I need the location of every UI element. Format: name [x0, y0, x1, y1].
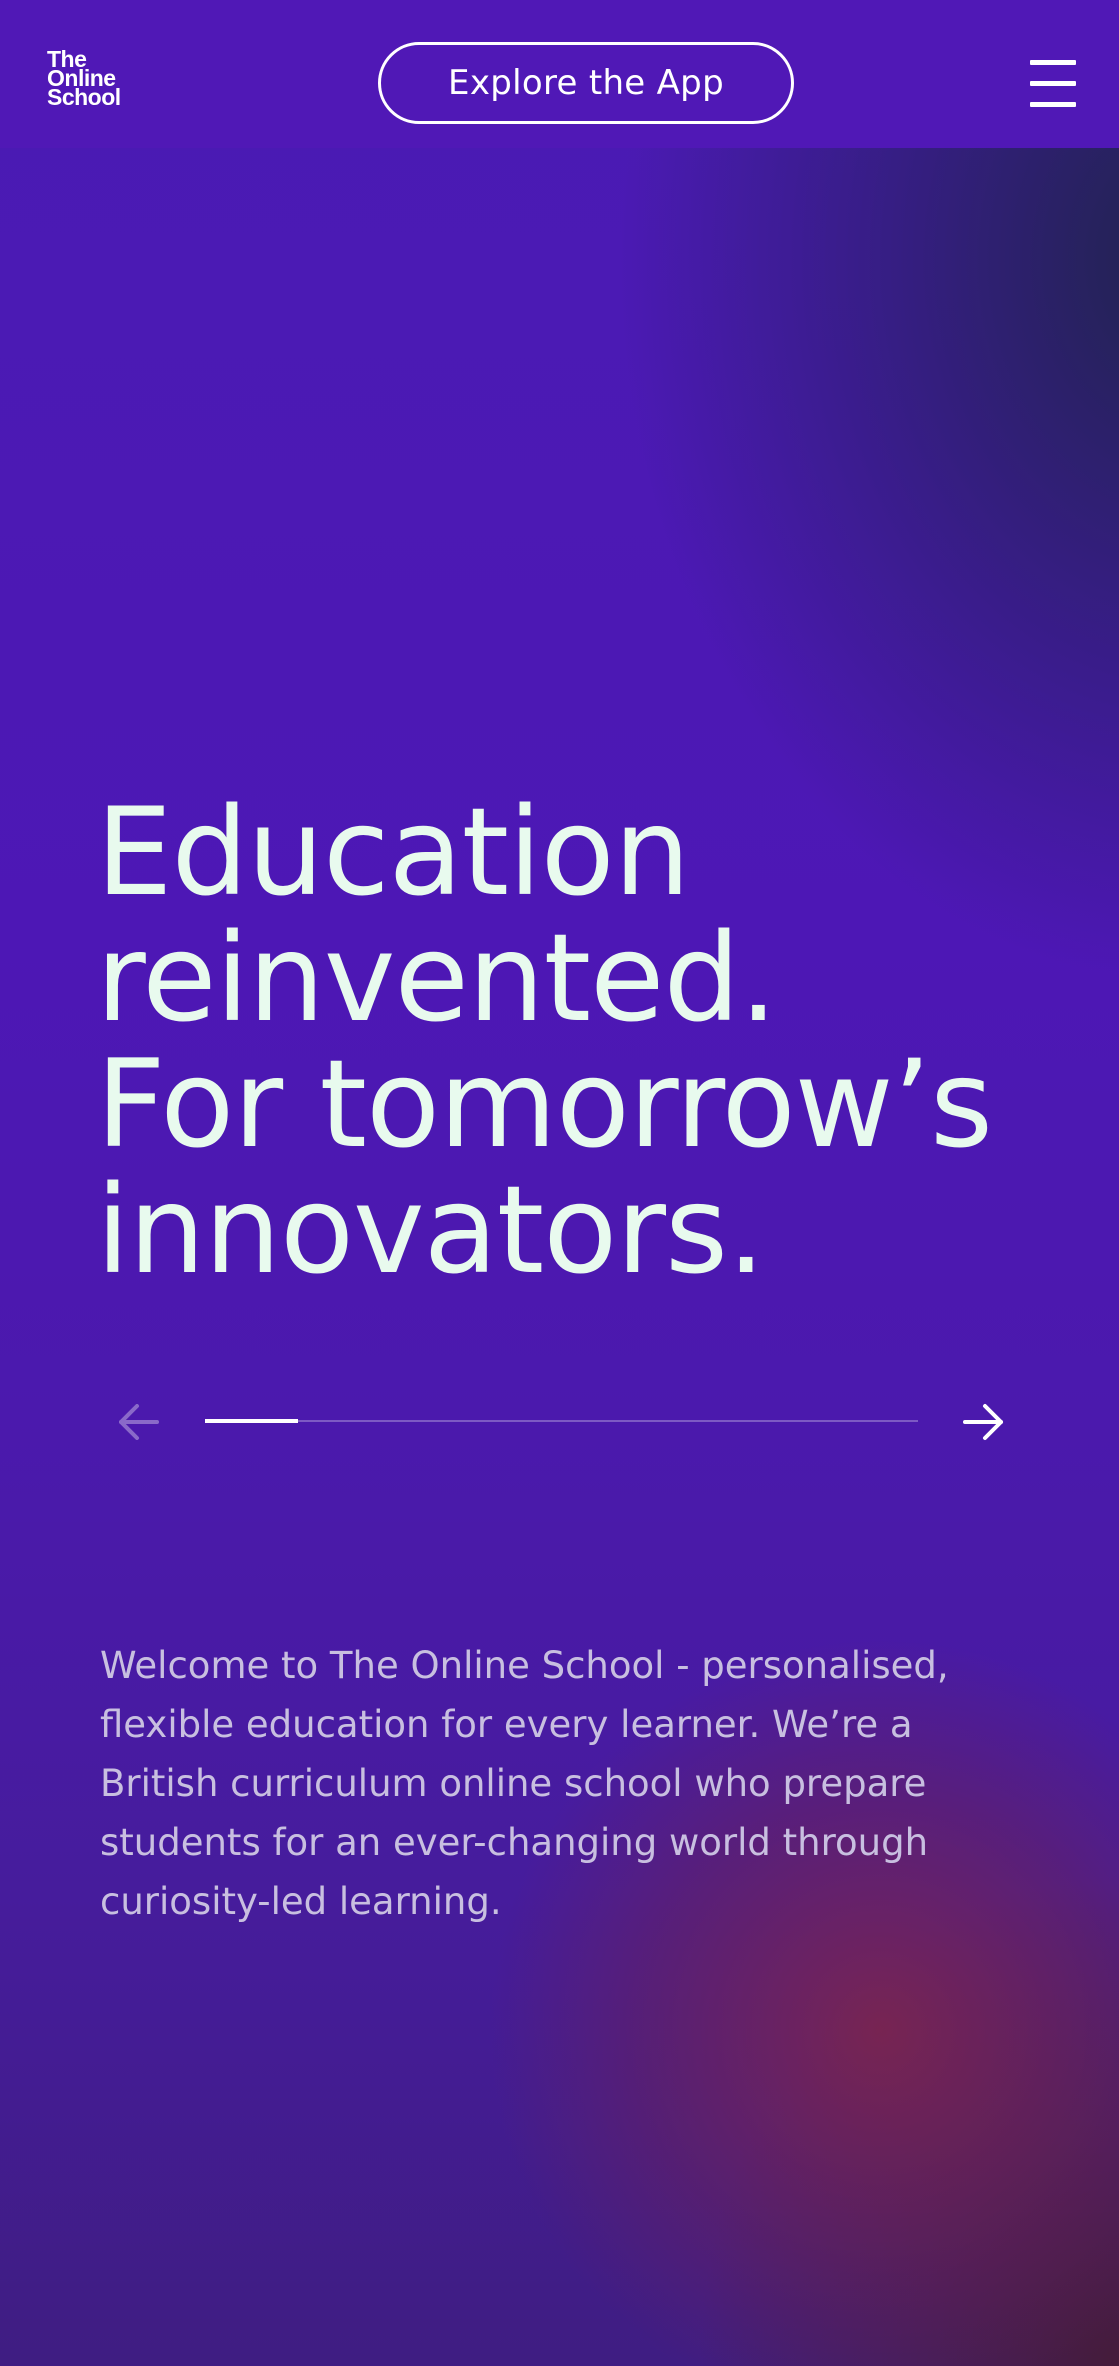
intro-line-4: students for an ever-changing world thro…: [100, 1821, 929, 1864]
hamburger-menu-icon[interactable]: [1030, 60, 1076, 108]
arrow-left-svg: [119, 1404, 159, 1440]
menu-bar-bottom: [1030, 102, 1076, 107]
hero-title-line-2: reinvented.: [96, 908, 778, 1049]
intro-paragraph: Welcome to The Online School - personali…: [100, 1636, 1040, 1931]
intro-line-3: British curriculum online school who pre…: [100, 1762, 927, 1805]
intro-line-5: curiosity-led learning.: [100, 1880, 502, 1923]
arrow-left-icon[interactable]: [115, 1398, 163, 1446]
site-logo[interactable]: The Online School: [47, 48, 121, 110]
slider-progress-fill: [205, 1419, 298, 1423]
slider-progress-track: [205, 1419, 918, 1423]
logo-line-3: School: [47, 84, 121, 110]
intro-line-1: Welcome to The Online School - personali…: [100, 1644, 949, 1687]
hero-title-line-4: innovators.: [96, 1160, 766, 1301]
menu-bar-middle: [1030, 81, 1076, 86]
explore-app-button[interactable]: Explore the App: [378, 42, 794, 124]
hero-title: Education reinvented. For tomorrow’s inn…: [96, 790, 1096, 1294]
intro-line-2: flexible education for every learner. We…: [100, 1703, 913, 1746]
page: The Online School Explore the App Educat…: [0, 0, 1119, 2366]
hero-title-line-1: Education: [96, 782, 690, 923]
arrow-right-icon[interactable]: [959, 1398, 1007, 1446]
menu-bar-top: [1030, 60, 1076, 65]
site-header: The Online School Explore the App: [0, 0, 1119, 148]
hero-title-line-3: For tomorrow’s: [96, 1034, 993, 1175]
arrow-right-svg: [963, 1404, 1003, 1440]
explore-app-label: Explore the App: [448, 63, 724, 103]
